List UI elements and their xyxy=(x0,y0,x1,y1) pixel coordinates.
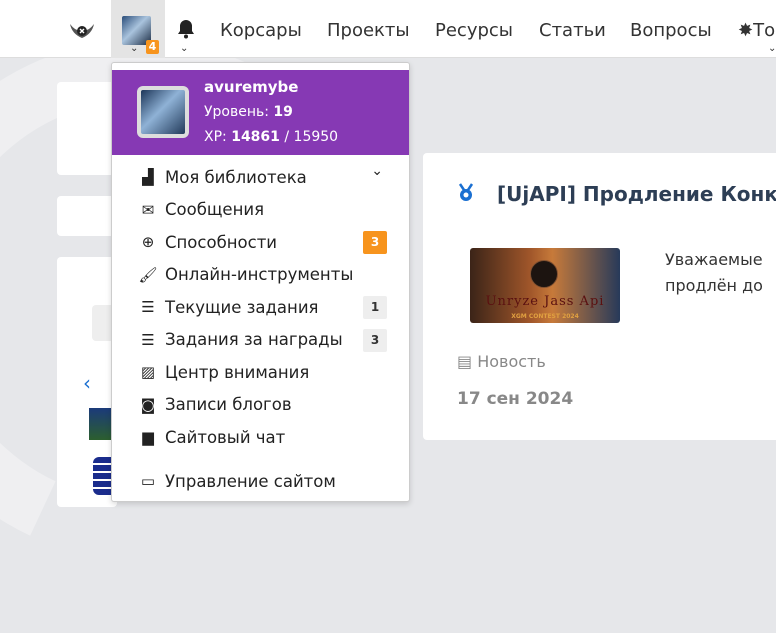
post-type-label: Новость xyxy=(477,352,546,371)
nav-articles[interactable]: Статьи xyxy=(539,20,606,41)
menu-item[interactable]: ☰ Задания за награды 3 xyxy=(137,326,387,354)
menu-item[interactable]: ▆ Сайтовый чат xyxy=(137,423,387,451)
chevron-down-icon[interactable]: ⌄ xyxy=(371,163,383,179)
newspaper-icon: ▤ xyxy=(457,352,473,371)
side-card xyxy=(57,82,117,175)
menu-item[interactable]: ☰ Текущие задания 1 xyxy=(137,293,387,321)
menu-item[interactable]: ▨ Центр внимания xyxy=(137,358,387,386)
nav-projects[interactable]: Проекты xyxy=(327,20,410,41)
count-badge: 3 xyxy=(363,231,387,254)
side-card xyxy=(57,196,117,236)
top-navbar: ⌄ 4 ⌄ Корсары Проекты Ресурсы Статьи Воп… xyxy=(0,0,776,58)
level-label: Уровень: xyxy=(204,104,269,120)
menu-item[interactable]: ▭ Управление сайтом xyxy=(137,467,387,495)
xp-label: XP: xyxy=(204,129,227,145)
notification-badge: 4 xyxy=(146,40,159,54)
menu-item-label: Сообщения xyxy=(165,200,265,219)
chevron-down-icon: ⌄ xyxy=(180,43,189,54)
nav-questions[interactable]: Вопросы xyxy=(630,20,712,41)
menu-item[interactable]: ✉ Сообщения xyxy=(137,196,387,224)
level-value: 19 xyxy=(273,104,293,120)
post-date: 17 сен 2024 xyxy=(457,389,574,409)
library-icon: ▟ xyxy=(142,168,154,186)
username: avuremybe xyxy=(204,78,299,96)
chevron-down-icon: ⌄ xyxy=(130,43,139,54)
thumbnail-subtitle: XGM CONTEST 2024 xyxy=(511,313,579,320)
xp-max: / 15950 xyxy=(284,129,339,145)
menu-item-label: Способности xyxy=(165,232,278,252)
count-badge: 3 xyxy=(363,328,387,352)
chat-icon: ▆ xyxy=(142,428,154,446)
count-badge: 1 xyxy=(363,296,387,319)
tasks-icon: ☰ xyxy=(141,330,155,349)
menu-item[interactable]: ⊕ Способности 3 xyxy=(137,228,387,256)
menu-item[interactable]: ◙ Записи блогов xyxy=(137,391,387,419)
news-thumbnail[interactable]: Unryze Jass Api XGM CONTEST 2024 xyxy=(470,248,620,323)
nav-more[interactable]: ✸То xyxy=(738,20,775,41)
arrow-up-circle-icon: ⊕ xyxy=(141,233,155,251)
news-excerpt-line: продлён до xyxy=(665,276,763,295)
user-profile-header[interactable]: avuremybe Уровень: 19 XP: 14861 / 15950 xyxy=(112,70,409,155)
user-level: Уровень: 19 xyxy=(204,104,293,120)
chevron-down-icon: ⌄ xyxy=(768,43,776,54)
reader-icon: ◙ xyxy=(140,395,156,414)
user-menu-button[interactable]: ⌄ 4 xyxy=(111,0,165,58)
menu-item-label: Онлайн-инструменты xyxy=(165,265,354,284)
menu-item[interactable]: 🖌 Онлайн-инструменты xyxy=(137,261,387,289)
avatar xyxy=(137,86,189,138)
news-title[interactable]: [UjAPI] Продление Конк xyxy=(497,182,776,206)
user-dropdown-menu: avuremybe Уровень: 19 XP: 14861 / 15950 … xyxy=(111,62,410,502)
side-card: ‹ xyxy=(57,257,122,507)
menu-item-label: Задания за награды xyxy=(165,330,343,349)
menu-item-label: Сайтовый чат xyxy=(165,427,286,447)
menu-item-label: Центр внимания xyxy=(165,362,310,382)
site-logo-icon[interactable] xyxy=(68,18,96,42)
thumbnail-title: Unryze Jass Api xyxy=(485,294,605,309)
nav-korsary[interactable]: Корсары xyxy=(220,20,302,41)
brush-icon: 🖌 xyxy=(138,265,158,284)
nav-more-label: То xyxy=(753,20,776,41)
menu-item-label: Текущие задания xyxy=(165,297,319,317)
xp-value: 14861 xyxy=(231,129,280,145)
menu-item-label: Записи блогов xyxy=(165,395,292,414)
chevron-left-icon[interactable]: ‹ xyxy=(83,371,91,395)
star-icon: ✸ xyxy=(738,20,754,41)
nav-resources[interactable]: Ресурсы xyxy=(435,20,513,41)
image-icon: ▨ xyxy=(140,363,156,381)
user-xp: XP: 14861 / 15950 xyxy=(204,129,338,145)
news-excerpt-line: Уважаемые xyxy=(665,250,763,269)
menu-item-label: Моя библиотека xyxy=(165,167,307,187)
envelope-icon: ✉ xyxy=(141,200,155,219)
tasks-icon: ☰ xyxy=(141,298,155,316)
bell-icon[interactable] xyxy=(176,18,196,40)
post-type[interactable]: ▤ Новость xyxy=(457,352,546,371)
menu-item[interactable]: ▟ Моя библиотека ⌄ xyxy=(137,163,387,191)
menu-item-label: Управление сайтом xyxy=(165,471,336,491)
medal-icon xyxy=(458,183,474,201)
monitor-icon: ▭ xyxy=(140,472,156,490)
